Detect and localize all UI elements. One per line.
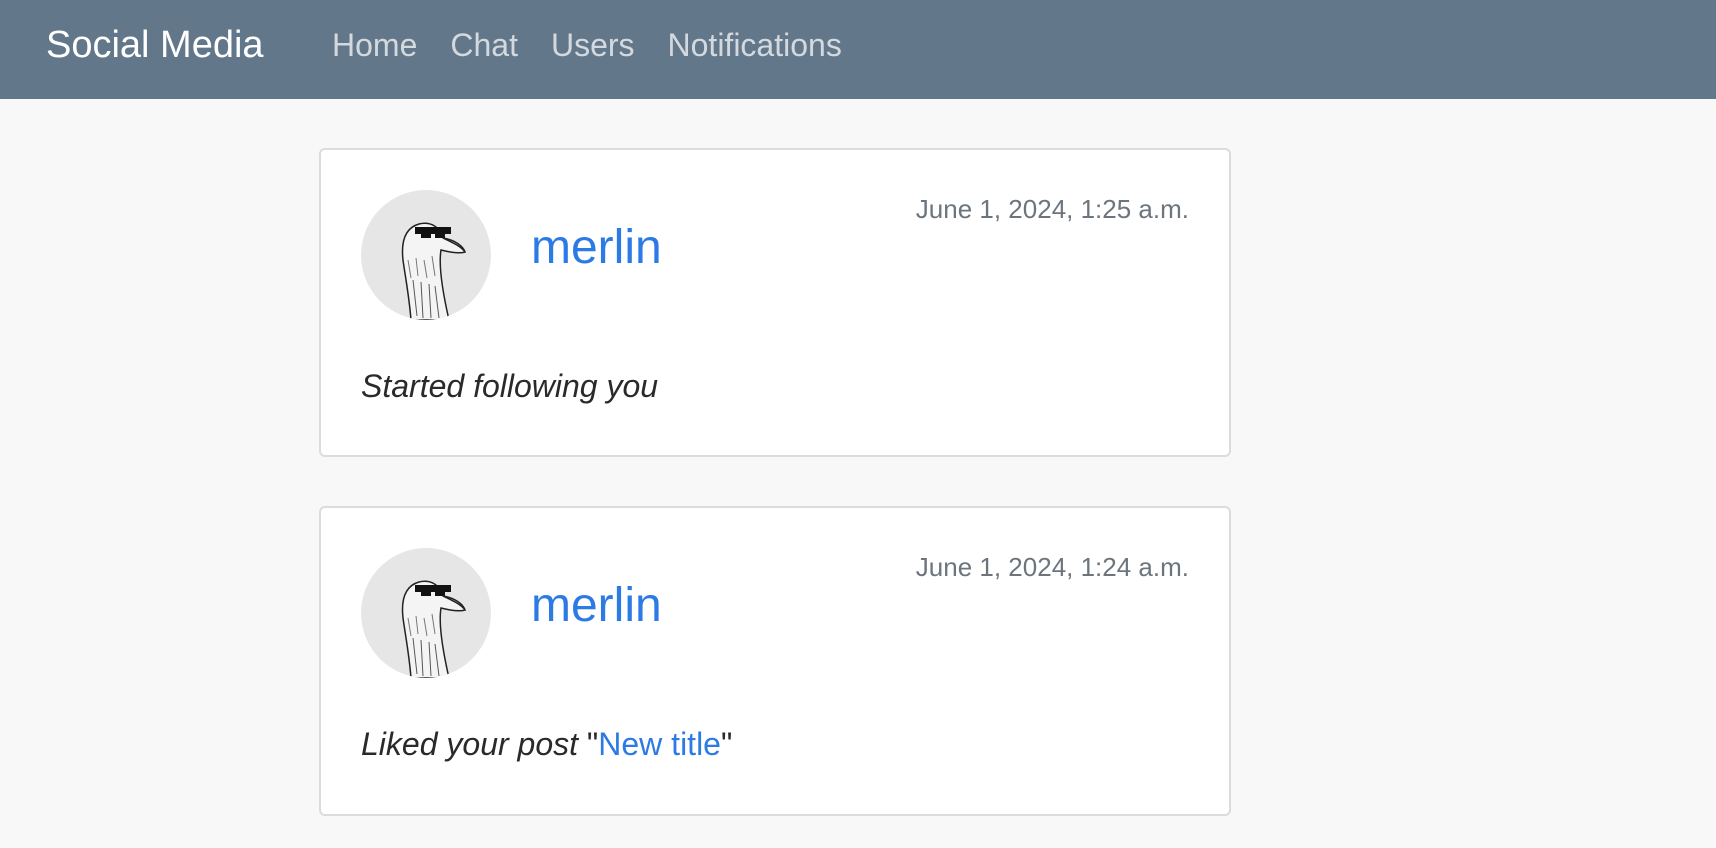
- notification-message: Started following you: [361, 368, 659, 404]
- post-title-link[interactable]: New title: [598, 726, 721, 762]
- brand-link[interactable]: Social Media: [46, 0, 264, 90]
- avatar[interactable]: [361, 190, 491, 320]
- goose-avatar-icon: [401, 222, 467, 320]
- username-link[interactable]: merlin: [531, 578, 662, 634]
- notification-timestamp: June 1, 2024, 1:25 a.m.: [915, 194, 1189, 224]
- quote-close: ": [720, 726, 733, 762]
- nav-link-home[interactable]: Home: [332, 27, 417, 64]
- goose-avatar-icon: [401, 580, 467, 678]
- notification-timestamp: June 1, 2024, 1:24 a.m.: [915, 552, 1189, 582]
- nav-links: Home Chat Users Notifications: [332, 0, 875, 90]
- notification-card: merlin June 1, 2024, 1:25 a.m. Started f…: [319, 148, 1231, 457]
- notification-message: Liked your post "New title": [361, 726, 732, 763]
- quote-open: ": [586, 726, 599, 762]
- username-link[interactable]: merlin: [531, 220, 662, 276]
- top-navbar: Social Media Home Chat Users Notificatio…: [0, 0, 1716, 99]
- nav-link-users[interactable]: Users: [551, 27, 635, 64]
- nav-link-chat[interactable]: Chat: [450, 27, 518, 64]
- message-prefix: Liked your post: [361, 726, 587, 762]
- notification-card: merlin June 1, 2024, 1:24 a.m. Liked you…: [319, 506, 1231, 816]
- nav-link-notifications[interactable]: Notifications: [668, 27, 842, 64]
- avatar[interactable]: [361, 548, 491, 678]
